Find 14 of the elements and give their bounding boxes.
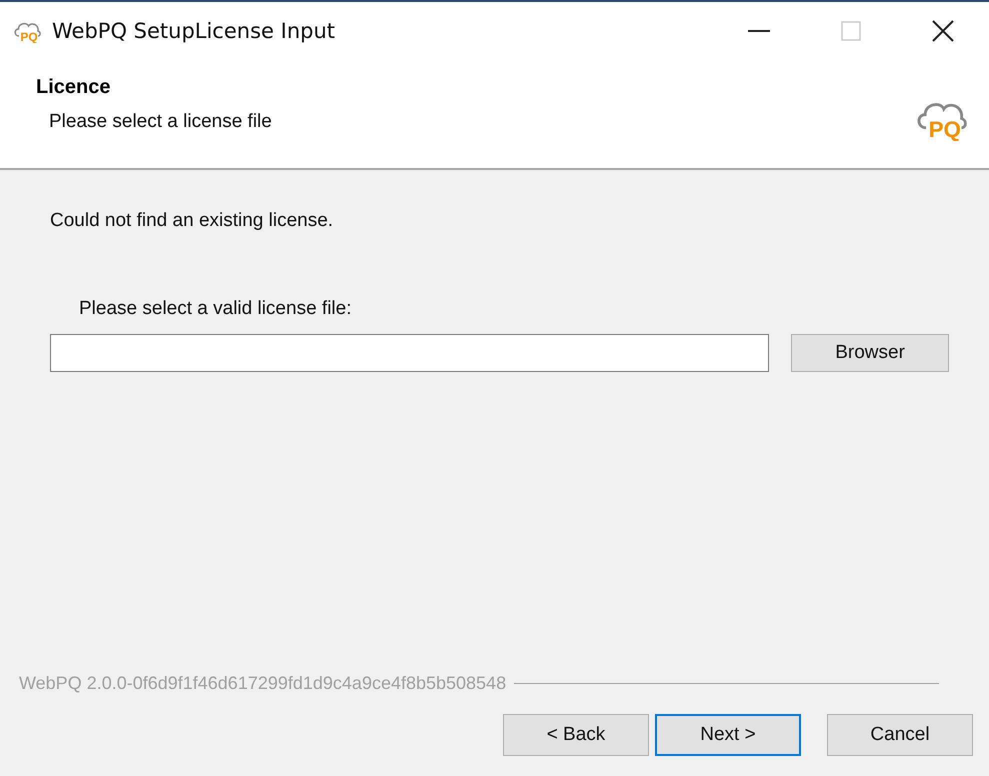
file-path-field[interactable] <box>50 334 770 372</box>
page-subtitle: Please select a license file <box>49 111 272 133</box>
browse-button[interactable]: Browser <box>791 334 949 372</box>
wizard-button[interactable]: Next > <box>655 714 801 756</box>
window-title: WebPQ SetupLicense Input <box>52 19 336 43</box>
version-text: WebPQ 2.0.0-0f6d9f1f46d617299fd1d9c4a9ce4f8b5b508548 <box>19 673 506 694</box>
close-icon <box>932 20 954 42</box>
wizard-button[interactable]: Cancel <box>827 714 973 756</box>
maximize-icon <box>841 21 861 41</box>
status-message: Could not find an existing license. <box>50 210 334 232</box>
wizard-button[interactable]: < Back <box>503 714 649 756</box>
minimize-icon <box>748 30 770 32</box>
field-label: Please select a valid license file: <box>79 298 352 320</box>
page-title: Licence <box>36 76 112 99</box>
